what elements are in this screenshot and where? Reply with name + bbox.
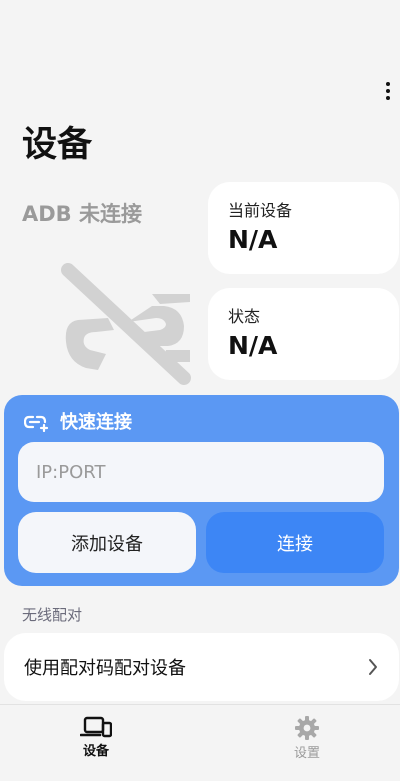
link-off-icon: [61, 263, 191, 385]
nav-label-devices: 设备: [82, 744, 109, 759]
more-vert-dot: [386, 89, 390, 93]
page-title: 设备: [22, 125, 93, 165]
current-device-label: 当前设备: [228, 201, 293, 220]
current-device-card: 当前设备 N/A: [208, 182, 399, 274]
current-device-value: N/A: [228, 225, 278, 254]
pair-with-code-item[interactable]: 使用配对码配对设备: [4, 633, 399, 701]
nav-item-settings[interactable]: 设置: [267, 715, 347, 763]
connect-button[interactable]: 连接: [206, 512, 384, 573]
gear-icon: [295, 716, 319, 740]
quick-connect-panel: 快速连接 添加设备 连接: [4, 395, 399, 586]
nav-item-devices[interactable]: 设备: [56, 715, 136, 761]
quick-connect-title: 快速连接: [60, 412, 132, 433]
status-value: N/A: [228, 331, 278, 360]
status-card: 状态 N/A: [208, 288, 399, 380]
status-label: 状态: [228, 307, 261, 326]
adb-status-text: ADB 未连接: [22, 202, 143, 226]
ip-port-input[interactable]: [18, 442, 384, 502]
more-options-button[interactable]: [378, 78, 398, 104]
wireless-pairing-header: 无线配对: [22, 606, 83, 624]
more-vert-dot: [386, 96, 390, 100]
more-vert-icon: [386, 82, 390, 86]
pair-with-code-label: 使用配对码配对设备: [24, 658, 186, 679]
nav-label-settings: 设置: [293, 746, 320, 761]
chevron-right-icon: [367, 657, 379, 677]
quick-connect-header: 快速连接: [24, 411, 132, 435]
link-add-icon: [24, 415, 49, 432]
bottom-navigation: 设备 设置: [0, 704, 400, 781]
devices-icon: [80, 716, 112, 738]
add-device-button[interactable]: 添加设备: [18, 512, 196, 573]
